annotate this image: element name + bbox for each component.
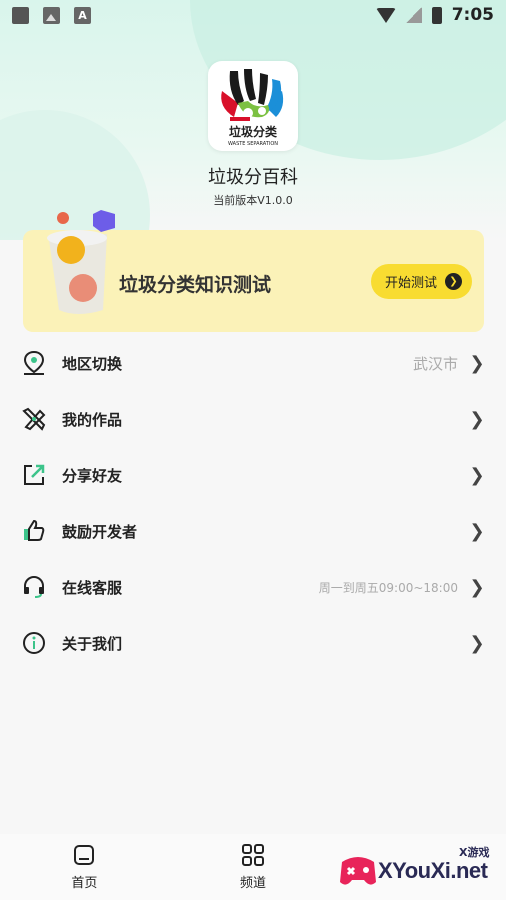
chevron-right-icon: ❯ bbox=[469, 352, 485, 374]
menu-item-about[interactable]: 关于我们 ❯ bbox=[0, 615, 506, 671]
share-arrow-icon bbox=[20, 461, 48, 489]
menu-item-my-works[interactable]: 我的作品 ❯ bbox=[0, 391, 506, 447]
notification-icon bbox=[12, 6, 29, 24]
chevron-right-icon: ❯ bbox=[469, 464, 485, 486]
home-icon bbox=[74, 845, 95, 865]
app-version: 当前版本V1.0.0 bbox=[213, 194, 293, 207]
menu-item-encourage[interactable]: 鼓励开发者 ❯ bbox=[0, 503, 506, 559]
grid-icon bbox=[242, 844, 264, 866]
quiz-card[interactable]: 垃圾分类知识测试 开始测试 ❯ bbox=[23, 210, 484, 332]
chevron-right-icon: ❯ bbox=[469, 520, 485, 542]
signal-icon bbox=[405, 7, 422, 23]
menu-item-share[interactable]: 分享好友 ❯ bbox=[0, 447, 506, 503]
pencil-ruler-icon bbox=[20, 405, 48, 433]
menu-item-region[interactable]: 地区切换 武汉市 ❯ bbox=[0, 335, 506, 391]
wifi-icon bbox=[375, 7, 396, 23]
status-time: 7:05 bbox=[451, 5, 494, 25]
arrow-right-icon: ❯ bbox=[445, 273, 462, 290]
app-name: 垃圾分百科 bbox=[208, 167, 298, 188]
start-quiz-button[interactable]: 开始测试 ❯ bbox=[371, 264, 472, 299]
menu-label: 关于我们 bbox=[62, 634, 123, 653]
chevron-right-icon: ❯ bbox=[469, 408, 485, 430]
menu-label: 地区切换 bbox=[62, 354, 123, 373]
menu-label: 分享好友 bbox=[62, 466, 123, 485]
menu-value: 周一到周五09:00~18:00 bbox=[318, 580, 458, 595]
quiz-title: 垃圾分类知识测试 bbox=[119, 274, 272, 296]
chevron-right-icon: ❯ bbox=[469, 632, 485, 654]
nav-label: 首页 bbox=[71, 876, 98, 891]
location-pin-icon bbox=[20, 349, 48, 377]
watermark-text: XYouXi.net bbox=[378, 858, 488, 883]
info-icon bbox=[20, 629, 48, 657]
menu-label: 在线客服 bbox=[62, 578, 123, 597]
battery-icon bbox=[431, 6, 442, 24]
status-bar: A 7:05 bbox=[0, 0, 506, 30]
headset-icon bbox=[20, 573, 48, 601]
thumbs-up-icon bbox=[20, 517, 48, 545]
font-icon: A bbox=[74, 6, 91, 24]
logo-text: 垃圾分类 bbox=[229, 124, 278, 139]
trash-bin-illustration bbox=[47, 210, 115, 314]
menu-value: 武汉市 bbox=[412, 354, 458, 373]
watermark: X游戏 XYouXi.net bbox=[336, 838, 506, 898]
nav-item-home[interactable]: 首页 bbox=[0, 834, 169, 900]
app-logo: 垃圾分类 WASTE SEPARATION bbox=[208, 61, 298, 151]
image-icon bbox=[43, 6, 60, 24]
logo-subtext: WASTE SEPARATION bbox=[228, 141, 278, 147]
menu-item-customer-service[interactable]: 在线客服 周一到周五09:00~18:00 ❯ bbox=[0, 559, 506, 615]
menu-label: 我的作品 bbox=[62, 410, 123, 429]
menu-label: 鼓励开发者 bbox=[62, 522, 138, 541]
gamepad-logo-icon bbox=[340, 857, 376, 885]
chevron-right-icon: ❯ bbox=[469, 576, 485, 598]
start-quiz-label: 开始测试 bbox=[385, 276, 438, 291]
nav-item-channel[interactable]: 频道 bbox=[169, 834, 338, 900]
settings-menu: 地区切换 武汉市 ❯ 我的作品 ❯ 分享好友 ❯ 鼓励开发者 ❯ 在线客服 周一… bbox=[0, 335, 506, 671]
nav-label: 频道 bbox=[240, 876, 267, 891]
